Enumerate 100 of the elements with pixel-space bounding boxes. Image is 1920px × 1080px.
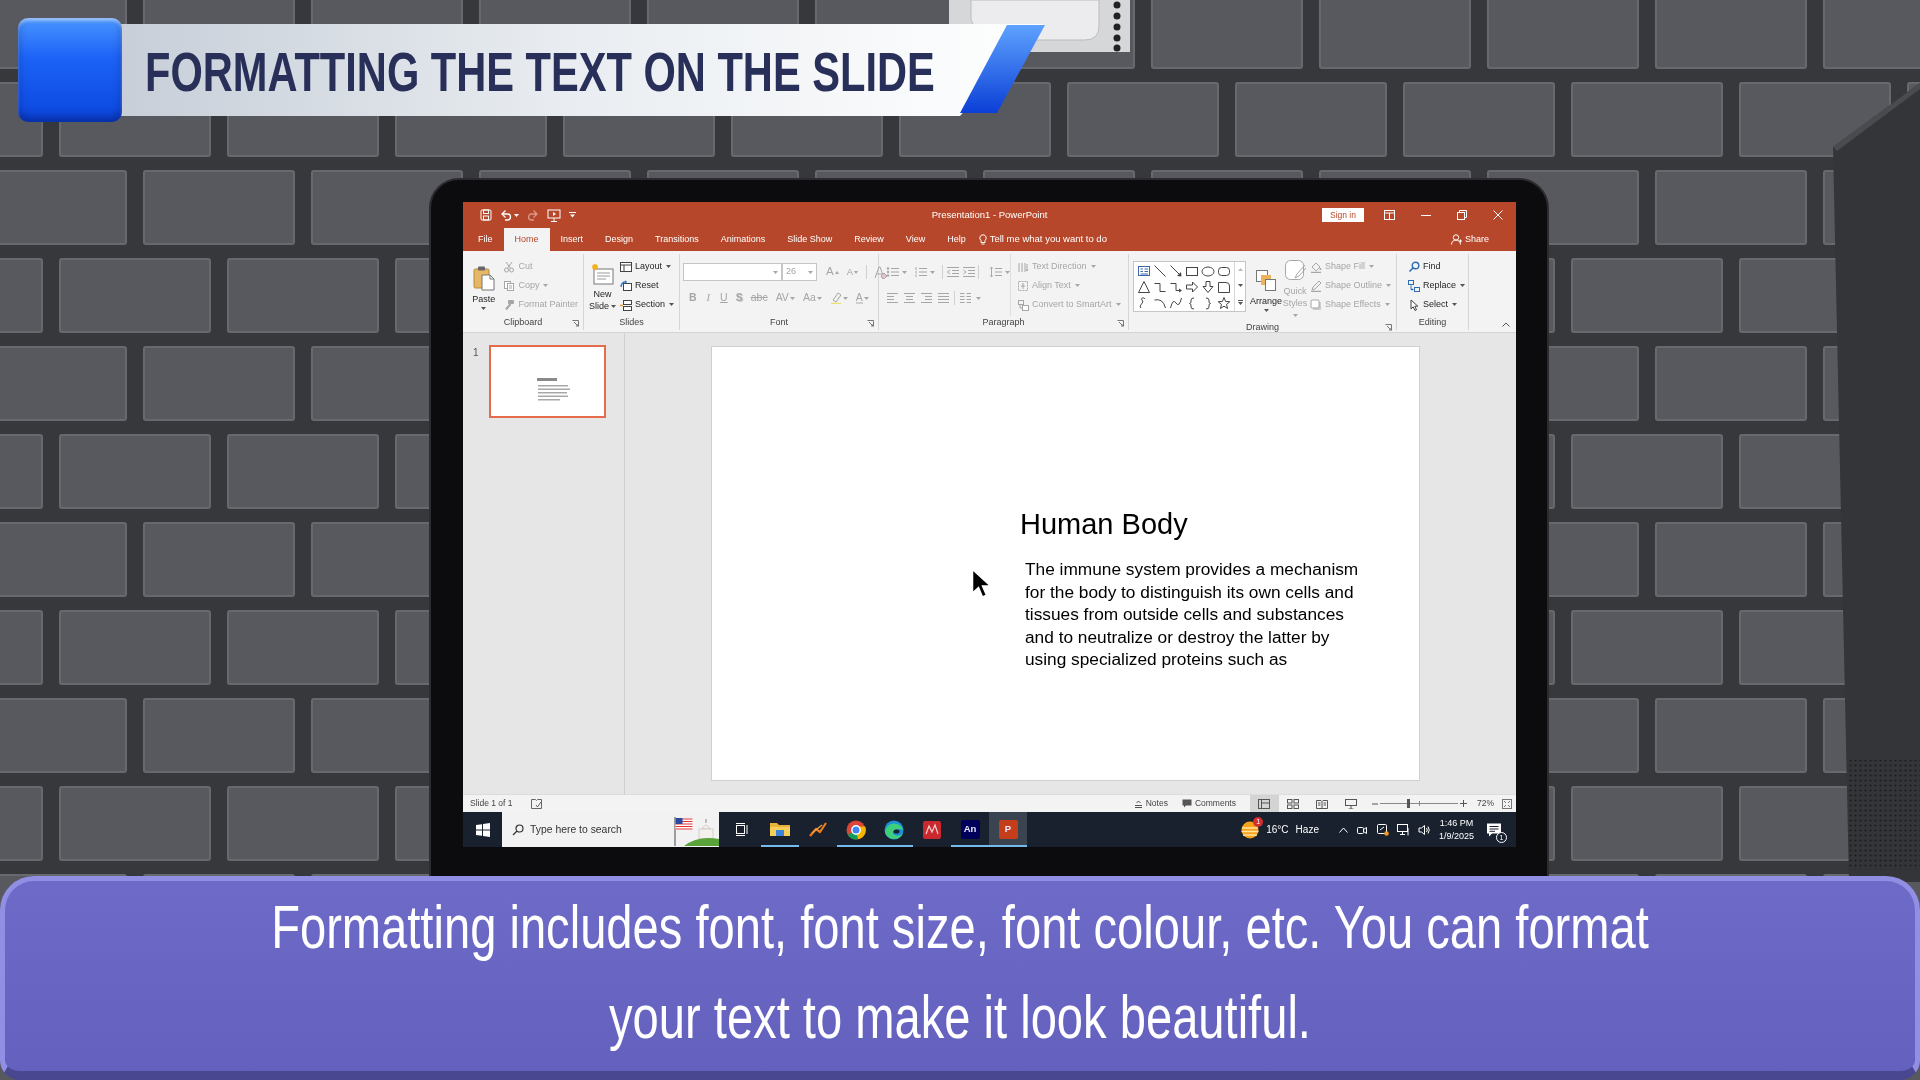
ribbon-tab[interactable]: Help bbox=[936, 228, 977, 251]
down-arrow-shape-icon[interactable] bbox=[1201, 280, 1215, 294]
elbow-connector-shape-icon[interactable] bbox=[1153, 280, 1167, 294]
elbow-arrow-shape-icon[interactable] bbox=[1169, 280, 1183, 294]
scissors-icon bbox=[503, 260, 516, 273]
app-logo-tile: An bbox=[960, 820, 980, 839]
caret-down-icon bbox=[854, 270, 858, 274]
taskbar-app-button[interactable]: P bbox=[989, 812, 1027, 847]
caret-icon bbox=[1074, 284, 1080, 287]
highlighter-icon bbox=[829, 292, 842, 304]
dialog-launcher-icon[interactable] bbox=[572, 319, 579, 327]
arrange-button[interactable]: Arrange bbox=[1250, 254, 1283, 321]
clock-time[interactable]: 1:46 PM bbox=[1439, 816, 1474, 830]
find-button[interactable]: Find bbox=[1406, 257, 1468, 276]
replace-icon bbox=[1408, 279, 1420, 292]
caret-icon bbox=[773, 270, 778, 274]
caret-icon bbox=[669, 303, 674, 306]
task-view-icon[interactable] bbox=[735, 823, 749, 836]
star-shape-icon[interactable] bbox=[1217, 296, 1231, 310]
zoom-slider-thumb[interactable] bbox=[1407, 799, 1411, 808]
undo-icon[interactable] bbox=[500, 209, 512, 221]
slide-body-text: The immune system provides a mechanism for the body to distinguish its own cells and tissues from outside cells and substances and to neutralize or destroy the latter by using specialized proteins such as bbox=[1025, 558, 1360, 671]
caret-icon bbox=[976, 296, 981, 300]
shape-effects-icon bbox=[1309, 298, 1322, 311]
right-arrow-shape-icon[interactable] bbox=[1185, 280, 1199, 294]
ribbon-tab[interactable]: Insert bbox=[549, 228, 595, 251]
reset-button[interactable]: Reset bbox=[617, 276, 676, 295]
ring-logo-icon bbox=[845, 818, 867, 841]
folded-corner-shape-icon[interactable] bbox=[1217, 280, 1231, 294]
view-button[interactable] bbox=[1250, 795, 1279, 812]
reset-icon bbox=[619, 279, 632, 292]
arrow-line-shape-icon[interactable] bbox=[1169, 264, 1183, 278]
text-direction-icon bbox=[1017, 260, 1029, 273]
ribbon-tab[interactable]: Review bbox=[843, 228, 895, 251]
notes-button[interactable]: Notes bbox=[1133, 797, 1168, 810]
banner-title: FORMATTING THE TEXT ON THE SLIDE bbox=[145, 44, 935, 100]
taskbar-search-field[interactable]: Type here to search bbox=[502, 812, 719, 847]
oval-shape-icon[interactable] bbox=[1201, 264, 1215, 278]
restore-icon[interactable] bbox=[1457, 210, 1467, 220]
slide-sorter-icon bbox=[1287, 798, 1300, 809]
text-box-shape-icon[interactable] bbox=[1137, 264, 1151, 278]
tell-me-search[interactable]: Tell me what you want to do bbox=[978, 228, 1107, 251]
share-button[interactable]: Share bbox=[1450, 228, 1489, 251]
select-button[interactable]: Select bbox=[1406, 295, 1468, 314]
ribbon-group-label: Clipboard bbox=[503, 316, 543, 330]
haze-weather-icon bbox=[1240, 819, 1261, 840]
caret-icon bbox=[666, 265, 671, 268]
spell-check-icon[interactable] bbox=[530, 798, 542, 809]
paintbrush-icon bbox=[503, 298, 516, 311]
ribbon-display-options-icon[interactable] bbox=[1384, 210, 1395, 220]
ribbon-tab[interactable]: View bbox=[894, 228, 937, 251]
rounded-rectangle-shape-icon[interactable] bbox=[1217, 264, 1231, 278]
ribbon-tab[interactable]: Animations bbox=[709, 228, 777, 251]
zoom-level-text[interactable]: 72% bbox=[1477, 797, 1494, 810]
taskbar-app-button[interactable]: An bbox=[951, 812, 989, 847]
slide-thumbnail[interactable] bbox=[488, 345, 606, 418]
caret-icon bbox=[816, 296, 822, 300]
tile-logo-icon bbox=[921, 818, 943, 841]
dialog-launcher-icon[interactable] bbox=[1385, 324, 1392, 332]
collapse-ribbon-icon[interactable] bbox=[1502, 322, 1510, 327]
replace-button[interactable]: Replace bbox=[1406, 276, 1468, 295]
ribbon-tab[interactable]: Design bbox=[594, 228, 645, 251]
chevron-up-icon[interactable] bbox=[1338, 826, 1348, 833]
ribbon-tab[interactable]: File bbox=[467, 228, 504, 251]
customize-menu-icon[interactable] bbox=[569, 212, 576, 218]
paste-button[interactable]: Paste bbox=[466, 254, 502, 316]
section-button[interactable]: Section bbox=[617, 295, 676, 314]
weather-condition-text: Haze bbox=[1295, 823, 1319, 837]
arc-shape-icon[interactable] bbox=[1153, 296, 1167, 310]
start-slideshow-icon[interactable] bbox=[547, 208, 561, 222]
caret-icon bbox=[863, 296, 869, 300]
clock-date[interactable]: 1/9/2025 bbox=[1438, 829, 1474, 843]
scroll-down-icon[interactable] bbox=[1237, 284, 1243, 287]
search-input[interactable]: Type here to search bbox=[530, 821, 666, 838]
volume-icon[interactable] bbox=[1417, 823, 1431, 836]
network-icon[interactable] bbox=[1396, 823, 1410, 836]
rectangle-shape-icon[interactable] bbox=[1185, 264, 1199, 278]
wave-shape-icon[interactable] bbox=[1169, 296, 1183, 310]
line-shape-icon[interactable] bbox=[1153, 264, 1167, 278]
zoom-in-icon[interactable] bbox=[1460, 800, 1467, 807]
ribbon-tab[interactable]: Slide Show bbox=[776, 228, 844, 251]
save-icon[interactable] bbox=[480, 209, 492, 221]
start-icon[interactable] bbox=[475, 822, 490, 837]
close-icon[interactable] bbox=[1493, 210, 1503, 220]
fit-to-window-icon[interactable] bbox=[1502, 798, 1512, 809]
sign-in-button[interactable]: Sign in bbox=[1322, 208, 1364, 222]
ribbon-tab[interactable]: Home bbox=[503, 228, 550, 251]
caret-icon bbox=[930, 270, 936, 274]
layout-button[interactable]: Layout bbox=[617, 257, 676, 276]
new-slide-button[interactable]: New Slide bbox=[587, 254, 618, 316]
more-shapes-icon[interactable] bbox=[1237, 299, 1243, 305]
caret-up-icon bbox=[834, 270, 839, 274]
notification-icon[interactable] bbox=[1486, 821, 1502, 838]
ribbon-tab[interactable]: Transitions bbox=[644, 228, 710, 251]
reading-view-icon bbox=[1316, 798, 1329, 809]
caret-icon bbox=[842, 296, 848, 300]
comments-button[interactable]: Comments bbox=[1181, 797, 1236, 810]
triangle-shape-icon[interactable] bbox=[1137, 280, 1151, 294]
search-icon bbox=[1408, 260, 1420, 273]
new-slide-icon bbox=[590, 263, 615, 286]
